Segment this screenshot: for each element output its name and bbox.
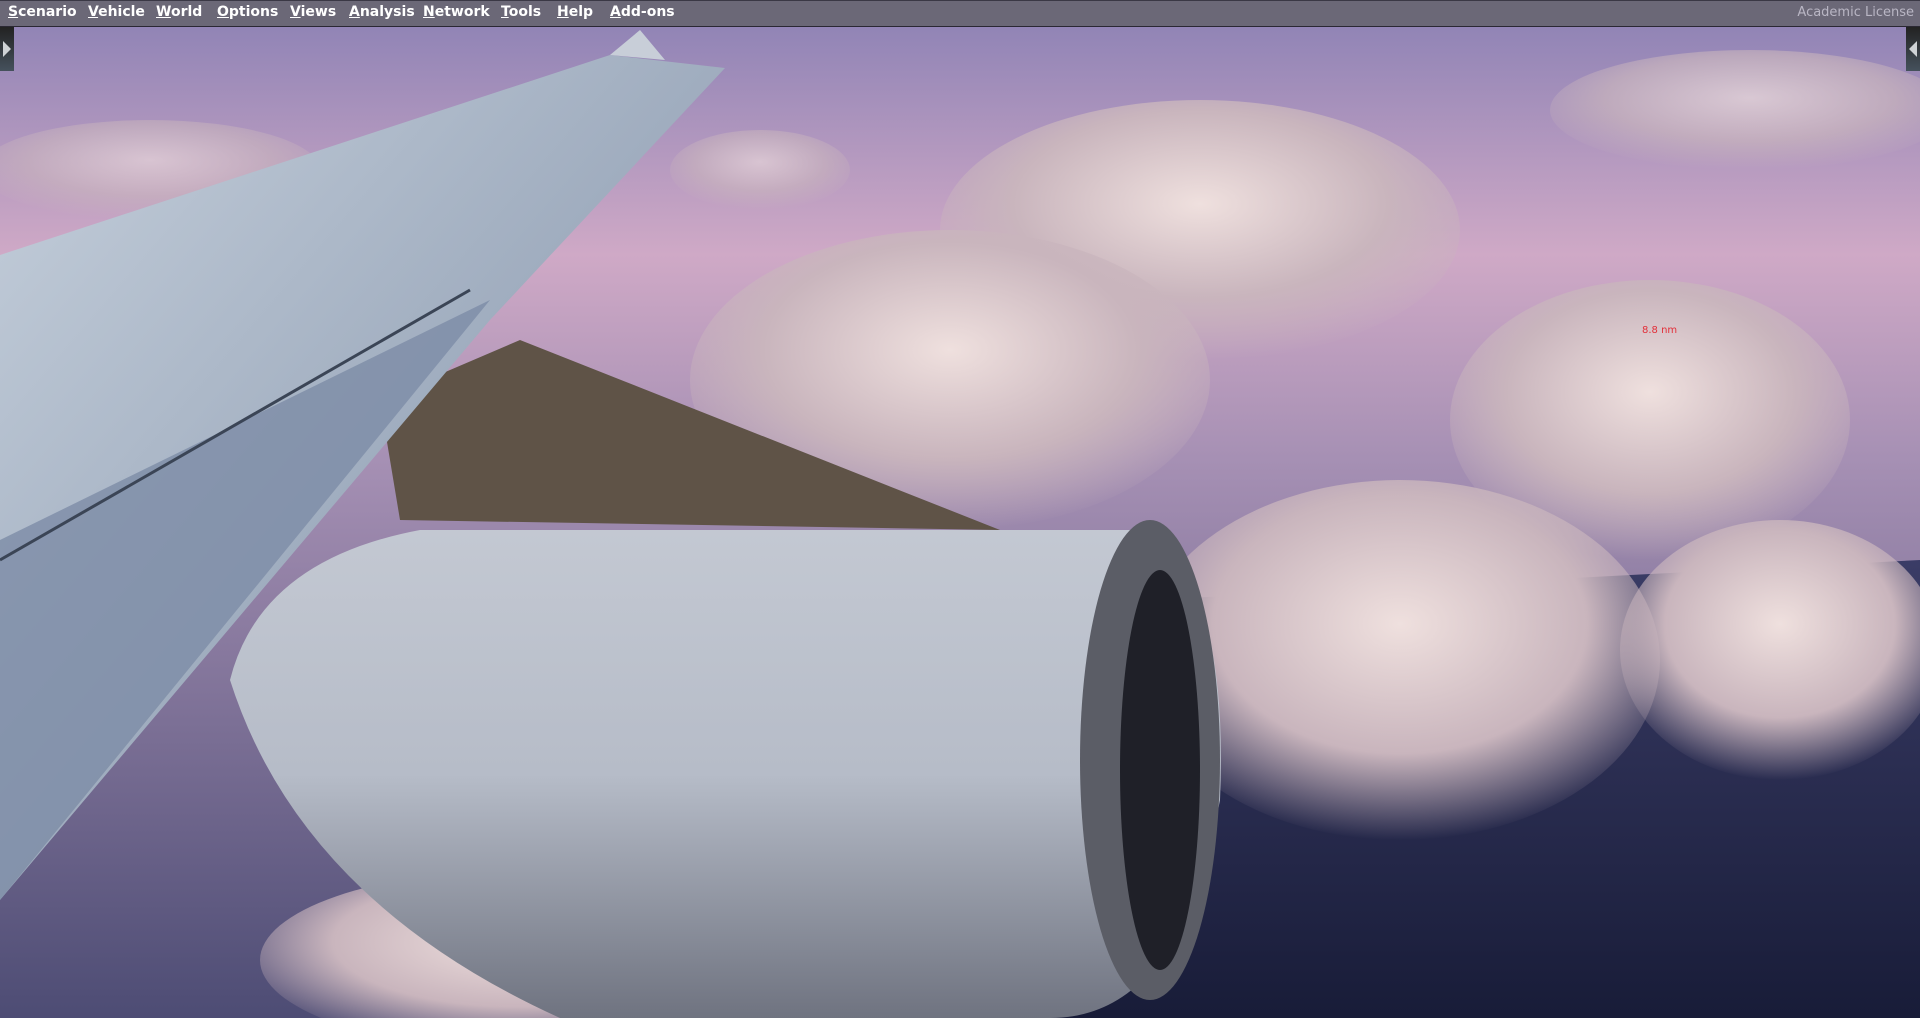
- menu-world[interactable]: World: [156, 4, 202, 20]
- menu-tools[interactable]: Tools: [501, 4, 541, 20]
- menu-scenario[interactable]: Scenario: [8, 4, 77, 20]
- menu-vehicle[interactable]: Vehicle: [88, 4, 145, 20]
- menu-analysis[interactable]: Analysis: [349, 4, 415, 20]
- range-label: 8.8 nm: [1642, 325, 1678, 336]
- left-panel-toggle[interactable]: [0, 27, 14, 71]
- menu-add-ons[interactable]: Add-ons: [610, 4, 675, 20]
- arrow-right-icon: [3, 41, 11, 57]
- license-label: Academic License: [1797, 5, 1914, 20]
- menu-bar: Scenario Vehicle World Options Views Ana…: [0, 0, 1920, 27]
- menu-network[interactable]: Network: [423, 4, 490, 20]
- right-panel-toggle[interactable]: [1906, 27, 1920, 71]
- menu-options[interactable]: Options: [217, 4, 278, 20]
- menu-help[interactable]: Help: [557, 4, 593, 20]
- simulator-view: [0, 0, 1920, 1018]
- menu-views[interactable]: Views: [290, 4, 336, 20]
- arrow-left-icon: [1909, 41, 1917, 57]
